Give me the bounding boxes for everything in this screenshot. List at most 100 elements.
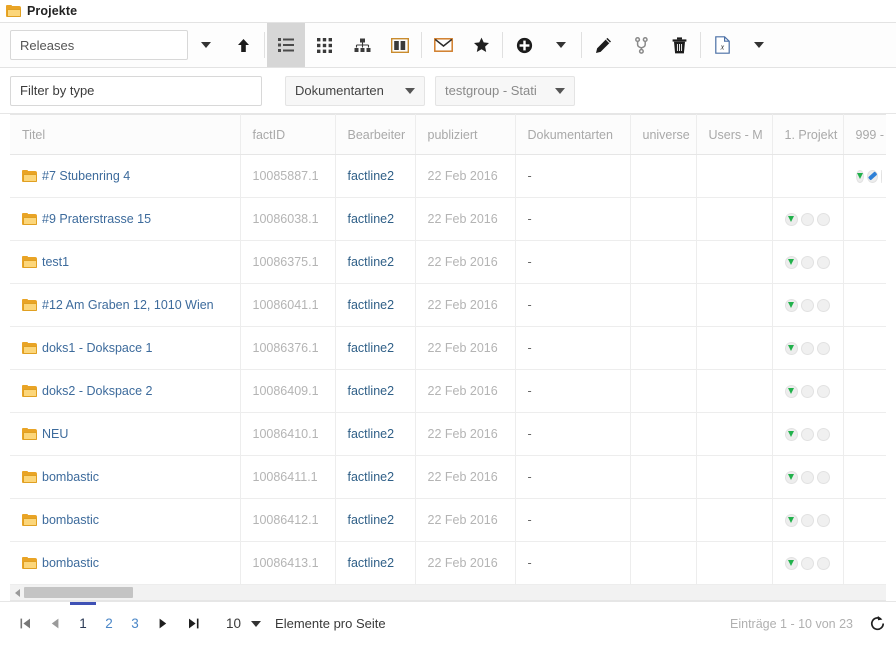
table-row[interactable]: bombastic10086411.1factline222 Feb 2016- <box>10 456 886 499</box>
horizontal-scrollbar[interactable] <box>10 585 886 601</box>
row-title-link[interactable]: #7 Stubenring 4 <box>42 169 130 183</box>
status-green-arrow-icon[interactable] <box>785 471 798 484</box>
status-grey-dot-icon[interactable] <box>817 342 830 355</box>
row-title-link[interactable]: bombastic <box>42 470 99 484</box>
status-grey-dot-icon[interactable] <box>801 471 814 484</box>
delete-button[interactable] <box>660 23 698 67</box>
cell-titel[interactable]: #7 Stubenring 4 <box>10 155 240 198</box>
cell-titel[interactable]: NEU <box>10 413 240 456</box>
status-grey-dot-icon[interactable] <box>801 557 814 570</box>
column-header-projekt1[interactable]: 1. Projekt <box>772 115 843 155</box>
grid-view-button[interactable] <box>305 23 343 67</box>
column-header-universe[interactable]: universe <box>630 115 696 155</box>
status-grey-dot-icon[interactable] <box>801 514 814 527</box>
cell-bearbeiter[interactable]: factline2 <box>335 413 415 456</box>
status-grey-dot-icon[interactable] <box>881 170 882 183</box>
column-header-users[interactable]: Users - M <box>696 115 772 155</box>
table-row[interactable]: NEU10086410.1factline222 Feb 2016- <box>10 413 886 456</box>
status-dots[interactable] <box>785 428 831 441</box>
status-dots[interactable] <box>785 299 831 312</box>
status-grey-dot-icon[interactable] <box>817 213 830 226</box>
row-title-link[interactable]: NEU <box>42 427 68 441</box>
row-title-link[interactable]: bombastic <box>42 556 99 570</box>
refresh-button[interactable] <box>869 615 886 632</box>
status-grey-dot-icon[interactable] <box>801 299 814 312</box>
status-grey-dot-icon[interactable] <box>817 471 830 484</box>
cell-titel[interactable]: #12 Am Graben 12, 1010 Wien <box>10 284 240 327</box>
cell-bearbeiter[interactable]: factline2 <box>335 284 415 327</box>
column-header-bearbeiter[interactable]: Bearbeiter <box>335 115 415 155</box>
page-size-select[interactable]: 10 <box>226 616 261 631</box>
cell-bearbeiter[interactable]: factline2 <box>335 370 415 413</box>
status-dots[interactable] <box>785 471 831 484</box>
status-green-arrow-icon[interactable] <box>785 342 798 355</box>
tree-view-button[interactable] <box>343 23 381 67</box>
status-green-arrow-icon[interactable] <box>785 299 798 312</box>
status-grey-dot-icon[interactable] <box>801 342 814 355</box>
cell-titel[interactable]: bombastic <box>10 542 240 585</box>
cell-titel[interactable]: bombastic <box>10 456 240 499</box>
cell-titel[interactable]: bombastic <box>10 499 240 542</box>
status-dots[interactable] <box>785 256 831 269</box>
status-green-arrow-icon[interactable] <box>785 428 798 441</box>
cell-titel[interactable]: doks2 - Dokspace 2 <box>10 370 240 413</box>
cell-titel[interactable]: test1 <box>10 241 240 284</box>
next-page-button[interactable] <box>148 604 178 644</box>
page-button-3[interactable]: 3 <box>122 604 148 644</box>
status-green-arrow-icon[interactable] <box>785 557 798 570</box>
cell-bearbeiter[interactable]: factline2 <box>335 155 415 198</box>
type-filter-input[interactable] <box>10 76 262 106</box>
status-grey-dot-icon[interactable] <box>801 428 814 441</box>
release-select[interactable]: Releases <box>10 30 188 60</box>
document-types-select[interactable]: Dokumentarten <box>285 76 425 106</box>
status-blue-arrow-icon[interactable] <box>867 170 878 183</box>
scroll-left-icon[interactable] <box>10 589 24 597</box>
status-dots[interactable] <box>785 342 831 355</box>
column-header-publiziert[interactable]: publiziert <box>415 115 515 155</box>
status-grey-dot-icon[interactable] <box>817 514 830 527</box>
cell-bearbeiter[interactable]: factline2 <box>335 542 415 585</box>
page-button-1[interactable]: 1 <box>70 602 96 642</box>
status-green-arrow-icon[interactable] <box>785 213 798 226</box>
row-title-link[interactable]: test1 <box>42 255 69 269</box>
last-page-button[interactable] <box>178 604 208 644</box>
status-grey-dot-icon[interactable] <box>801 213 814 226</box>
split-view-button[interactable] <box>381 23 419 67</box>
first-page-button[interactable] <box>10 604 40 644</box>
status-dots[interactable] <box>785 385 831 398</box>
status-dots[interactable] <box>785 514 831 527</box>
cell-bearbeiter[interactable]: factline2 <box>335 241 415 284</box>
status-grey-dot-icon[interactable] <box>817 256 830 269</box>
release-select-chevron[interactable] <box>188 23 224 67</box>
table-row[interactable]: #12 Am Graben 12, 1010 Wien10086041.1fac… <box>10 284 886 327</box>
status-dots[interactable] <box>785 557 831 570</box>
branch-button[interactable] <box>622 23 660 67</box>
cell-bearbeiter[interactable]: factline2 <box>335 499 415 542</box>
table-row[interactable]: doks1 - Dokspace 110086376.1factline222 … <box>10 327 886 370</box>
column-header-p999[interactable]: 999 - <box>843 115 886 155</box>
status-grey-dot-icon[interactable] <box>801 256 814 269</box>
status-green-arrow-icon[interactable] <box>785 514 798 527</box>
row-title-link[interactable]: #9 Praterstrasse 15 <box>42 212 151 226</box>
column-header-titel[interactable]: Titel <box>10 115 240 155</box>
table-row[interactable]: doks2 - Dokspace 210086409.1factline222 … <box>10 370 886 413</box>
table-row[interactable]: #9 Praterstrasse 1510086038.1factline222… <box>10 198 886 241</box>
table-row[interactable]: #7 Stubenring 410085887.1factline222 Feb… <box>10 155 886 198</box>
row-title-link[interactable]: doks1 - Dokspace 1 <box>42 341 152 355</box>
edit-button[interactable] <box>584 23 622 67</box>
status-grey-dot-icon[interactable] <box>817 557 830 570</box>
cell-bearbeiter[interactable]: factline2 <box>335 456 415 499</box>
cell-bearbeiter[interactable]: factline2 <box>335 198 415 241</box>
row-title-link[interactable]: doks2 - Dokspace 2 <box>42 384 152 398</box>
column-header-dokumentarten[interactable]: Dokumentarten <box>515 115 630 155</box>
status-grey-dot-icon[interactable] <box>817 385 830 398</box>
mail-button[interactable] <box>424 23 462 67</box>
page-button-2[interactable]: 2 <box>96 604 122 644</box>
status-dots[interactable] <box>856 170 875 183</box>
table-row[interactable]: bombastic10086413.1factline222 Feb 2016- <box>10 542 886 585</box>
cell-titel[interactable]: #9 Praterstrasse 15 <box>10 198 240 241</box>
row-title-link[interactable]: #12 Am Graben 12, 1010 Wien <box>42 298 214 312</box>
column-header-factid[interactable]: factID <box>240 115 335 155</box>
upload-button[interactable] <box>224 23 262 67</box>
row-title-link[interactable]: bombastic <box>42 513 99 527</box>
